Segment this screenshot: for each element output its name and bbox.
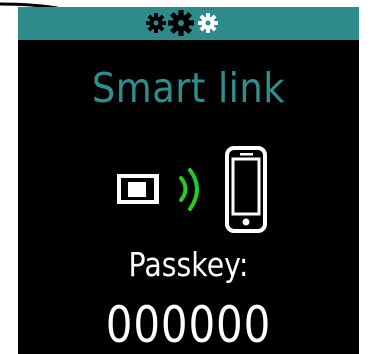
signal-waves-icon [179, 168, 199, 211]
screen: Smart link Passkey: 000000 [18, 7, 359, 354]
device-display: Smart link Passkey: 000000 [0, 0, 379, 354]
status-bar [18, 7, 359, 40]
gear-icon [198, 13, 218, 33]
phone-icon [225, 146, 267, 233]
gear-icon [146, 13, 166, 33]
gear-icon [168, 10, 194, 36]
screen-title: Smart link [91, 64, 286, 112]
passkey-label: Passkey: [128, 245, 249, 284]
smart-link-graphic [117, 146, 267, 233]
passkey-value: 000000 [105, 296, 272, 354]
device-icon [117, 174, 159, 204]
